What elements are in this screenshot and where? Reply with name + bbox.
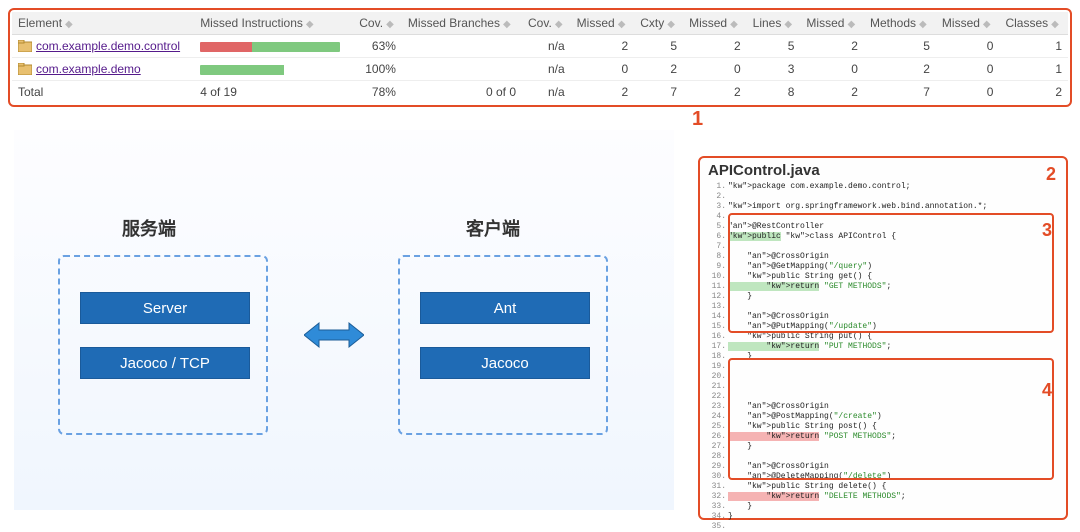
cov-header[interactable]: Missed Branches◆	[402, 12, 522, 35]
package-icon	[18, 40, 32, 52]
package-link[interactable]: com.example.demo	[36, 62, 141, 76]
sort-icon: ◆	[618, 19, 626, 30]
uncovered-block-outline	[728, 358, 1054, 480]
cov-header[interactable]: Missed◆	[800, 12, 864, 35]
covered-block-outline	[728, 213, 1054, 333]
annotation-3: 3	[1042, 220, 1052, 241]
coverage-bar	[200, 65, 340, 75]
server-title: 服务端	[122, 215, 176, 241]
annotation-4: 4	[1042, 380, 1052, 401]
cov-header[interactable]: Lines◆	[747, 12, 801, 35]
server-box: Server Jacoco / TCP	[58, 255, 268, 435]
coverage-table-wrap: Element◆Missed Instructions◆Cov.◆Missed …	[8, 8, 1072, 107]
coverage-table: Element◆Missed Instructions◆Cov.◆Missed …	[12, 12, 1068, 103]
architecture-diagram: 服务端 客户端 Server Jacoco / TCP Ant Jacoco	[14, 130, 674, 510]
table-row: com.example.demo.control63%n/a25252501	[12, 35, 1068, 58]
code-title: APIControl.java	[700, 158, 1066, 181]
cov-header[interactable]: Missed◆	[571, 12, 635, 35]
cov-header[interactable]: Element◆	[12, 12, 194, 35]
client-title: 客户端	[466, 215, 520, 241]
sort-icon: ◆	[730, 19, 738, 30]
bidirectional-arrow-icon	[304, 320, 364, 350]
cov-header[interactable]: Missed◆	[683, 12, 747, 35]
annotation-1: 1	[692, 108, 703, 131]
cov-header[interactable]: Classes◆	[999, 12, 1068, 35]
sort-icon: ◆	[983, 19, 991, 30]
code-gutter: 1.2.3.4.5.6.7.8.9.10.11.12.13.14.15.16.1…	[704, 182, 726, 514]
sort-icon: ◆	[555, 19, 563, 30]
sort-icon: ◆	[503, 19, 511, 30]
package-icon	[18, 63, 32, 75]
table-row: com.example.demo100%n/a02030201	[12, 58, 1068, 81]
coverage-bar	[200, 42, 340, 52]
sort-icon: ◆	[667, 19, 675, 30]
table-total-row: Total4 of 1978%0 of 0n/a27282702	[12, 81, 1068, 104]
sort-icon: ◆	[306, 19, 314, 30]
sort-icon: ◆	[65, 19, 73, 30]
sort-icon: ◆	[919, 19, 927, 30]
client-box: Ant Jacoco	[398, 255, 608, 435]
server-process-label: Server	[80, 292, 250, 324]
client-jacoco-label: Jacoco	[420, 347, 590, 379]
package-link[interactable]: com.example.demo.control	[36, 39, 180, 53]
cov-header[interactable]: Cov.◆	[353, 12, 402, 35]
client-ant-label: Ant	[420, 292, 590, 324]
cov-header[interactable]: Methods◆	[864, 12, 936, 35]
cov-header[interactable]: Cxty◆	[634, 12, 683, 35]
sort-icon: ◆	[1051, 19, 1059, 30]
sort-icon: ◆	[386, 19, 394, 30]
cov-header[interactable]: Missed◆	[936, 12, 1000, 35]
sort-icon: ◆	[784, 19, 792, 30]
cov-header[interactable]: Cov.◆	[522, 12, 571, 35]
cov-header[interactable]: Missed Instructions◆	[194, 12, 353, 35]
sort-icon: ◆	[847, 19, 855, 30]
server-jacoco-label: Jacoco / TCP	[80, 347, 250, 379]
code-panel: APIControl.java 2 1.2.3.4.5.6.7.8.9.10.1…	[698, 156, 1068, 520]
